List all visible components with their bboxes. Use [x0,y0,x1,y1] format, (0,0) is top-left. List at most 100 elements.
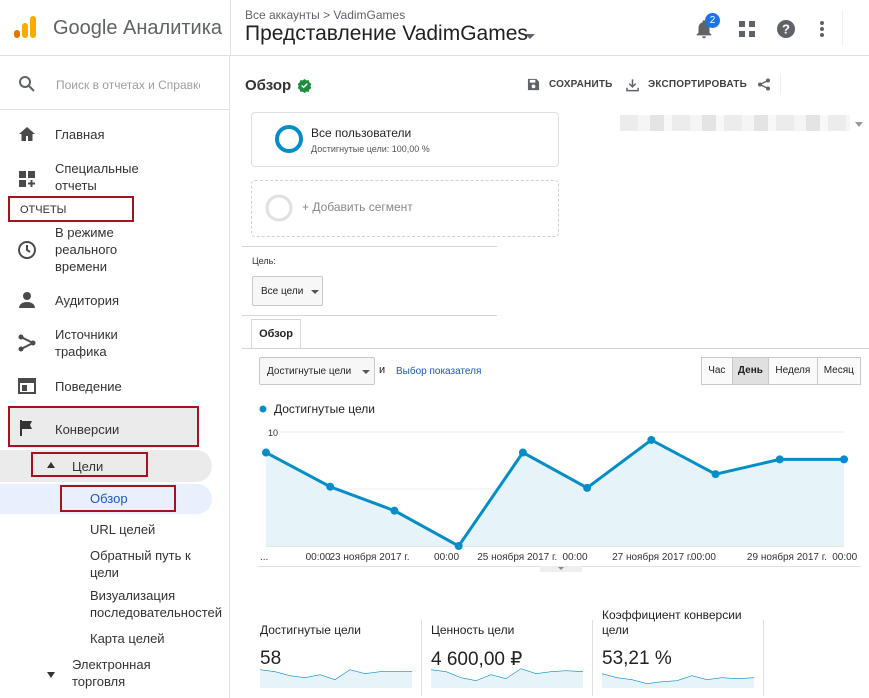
date-caret-icon[interactable] [855,122,863,127]
data-point [262,448,270,457]
view-selector[interactable]: Представление VadimGames [245,22,528,46]
download-icon[interactable] [626,78,639,92]
highlight-box-goals [31,452,148,477]
segment-name: Все пользователи [311,126,412,140]
home-icon [19,127,35,141]
export-button[interactable]: ЭКСПОРТИРОВАТЬ [648,79,747,90]
sidebar-item-goal-flow[interactable]: Карта целей [90,630,165,647]
metric-goal-value[interactable]: Ценность цели 4 600,00 ₽ [431,623,522,671]
sidebar-item-ecommerce-line2[interactable]: торговля [72,673,125,690]
legend-marker [259,405,267,413]
empty-ring-icon [265,194,293,222]
data-point [454,542,463,550]
save-icon[interactable] [527,78,540,91]
period-week-button[interactable]: Неделя [769,358,818,384]
sidebar-item-ecommerce-line1[interactable]: Электронная [72,656,151,673]
sidebar-item-custom-reports-line1[interactable]: Специальные [55,160,139,177]
data-point [518,448,527,457]
sidebar-item-funnel-line2[interactable]: последовательностей [90,604,228,621]
sparkline-goal-completions [260,669,412,688]
search-input[interactable]: Поиск в отчетах и Справке [56,78,200,92]
and-label: и [379,364,386,376]
sidebar-search[interactable]: Поиск в отчетах и Справке [0,56,229,110]
sidebar-item-reverse-path-line2[interactable]: цели [90,564,119,581]
account-avatar[interactable] [842,10,869,46]
data-point [775,455,784,464]
help-icon[interactable]: ? [775,18,797,40]
chevron-down-icon[interactable] [525,34,535,39]
sparkline-goal-value [431,668,584,688]
verified-check-icon [297,78,312,93]
metric-divider [592,620,593,696]
divider [242,315,497,316]
period-toggle: Час День Неделя Месяц [701,357,861,385]
date-range-area[interactable] [780,73,869,95]
chart-resize-handle[interactable] [540,566,582,572]
caret-down-icon [311,290,319,294]
highlight-box-conversions [8,406,199,447]
product-name: Google Аналитика [53,17,223,39]
sidebar-item-reverse-path-line1[interactable]: Обратный путь к [90,547,191,564]
sidebar-item-funnel-line1[interactable]: Визуализация [90,587,175,604]
share-icon[interactable] [757,77,771,92]
data-point [326,482,335,491]
add-segment-card[interactable]: + Добавить сегмент [251,180,559,237]
period-day-button[interactable]: День [732,358,770,384]
analytics-logo-icon[interactable] [12,14,38,40]
segment-subtitle: Достигнутые цели: 100,00 % [311,144,430,154]
data-point [840,455,848,464]
sidebar-item-acquisition-line2[interactable]: трафика [55,343,107,360]
sidebar-item-acquisition-line1[interactable]: Источники [55,326,118,343]
sidebar-item-realtime-line1[interactable]: В режиме [55,224,114,241]
metric-title: Коэффициент конверсии [602,608,742,622]
add-segment-label[interactable]: + Добавить сегмент [302,200,413,214]
segment-ring-icon [275,125,303,153]
x-tick-label: 00:00 [832,552,857,563]
period-hour-button[interactable]: Час [702,358,733,384]
sidebar-item-goal-urls[interactable]: URL целей [90,521,155,538]
sidebar-item-realtime-line2[interactable]: реального [55,241,117,258]
goal-label: Цель: [252,256,276,266]
data-point [647,435,656,444]
sidebar-item-custom-reports-line2[interactable]: отчеты [55,177,97,194]
x-tick-label: 00:00 [562,552,587,563]
header-divider [230,0,231,56]
sidebar-item-audience[interactable]: Аудитория [55,292,119,309]
metric-divider [421,620,422,696]
page-title: Обзор [245,77,292,94]
apps-grid-icon[interactable] [736,18,758,40]
triangle-down-icon[interactable] [47,672,55,678]
sidebar-item-home[interactable]: Главная [55,126,104,143]
search-icon [19,76,35,92]
metric-title: Ценность цели [431,623,515,637]
goals-line-chart: Достигнутые цели105...00:0023 ноября 201… [259,402,858,563]
x-tick-label: 27 ноября 2017 г. [612,551,692,563]
sidebar-item-realtime-line3[interactable]: времени [55,258,107,275]
sidebar-item-behavior[interactable]: Поведение [55,378,122,395]
segment-card-all-users[interactable]: Все пользователи Достигнутые цели: 100,0… [251,112,559,167]
x-tick-label: 00:00 [691,552,716,563]
metric-select[interactable]: Достигнутые цели [259,357,375,385]
period-month-button[interactable]: Месяц [818,358,860,384]
custom-reports-icon [19,171,35,187]
account-breadcrumb[interactable]: Все аккаунты > VadimGames [245,8,405,22]
highlight-box-overview [60,485,176,512]
metric-select-value: Достигнутые цели [267,366,352,377]
more-vert-icon[interactable] [811,18,833,40]
tab-overview[interactable]: Обзор [251,319,301,348]
notification-badge: 2 [705,13,720,28]
svg-text:?: ? [782,22,790,37]
x-tick-label: 00:00 [306,552,331,563]
data-point [390,506,399,515]
choose-metric-link[interactable]: Выбор показателя [396,366,481,377]
goal-select[interactable]: Все цели [252,276,323,306]
save-button[interactable]: СОХРАНИТЬ [549,79,613,90]
x-tick-label: 00:00 [434,552,459,563]
metric-conversion-rate[interactable]: Коэффициент конверсии цели 53,21 % [602,608,742,670]
metric-goal-completions[interactable]: Достигнутые цели 58 [260,623,361,670]
caret-down-icon [362,370,370,374]
area-fill [266,439,844,546]
behavior-icon [18,378,36,394]
blurred-date-range [620,115,850,131]
x-tick-label: 29 ноября 2017 г. [747,551,827,563]
